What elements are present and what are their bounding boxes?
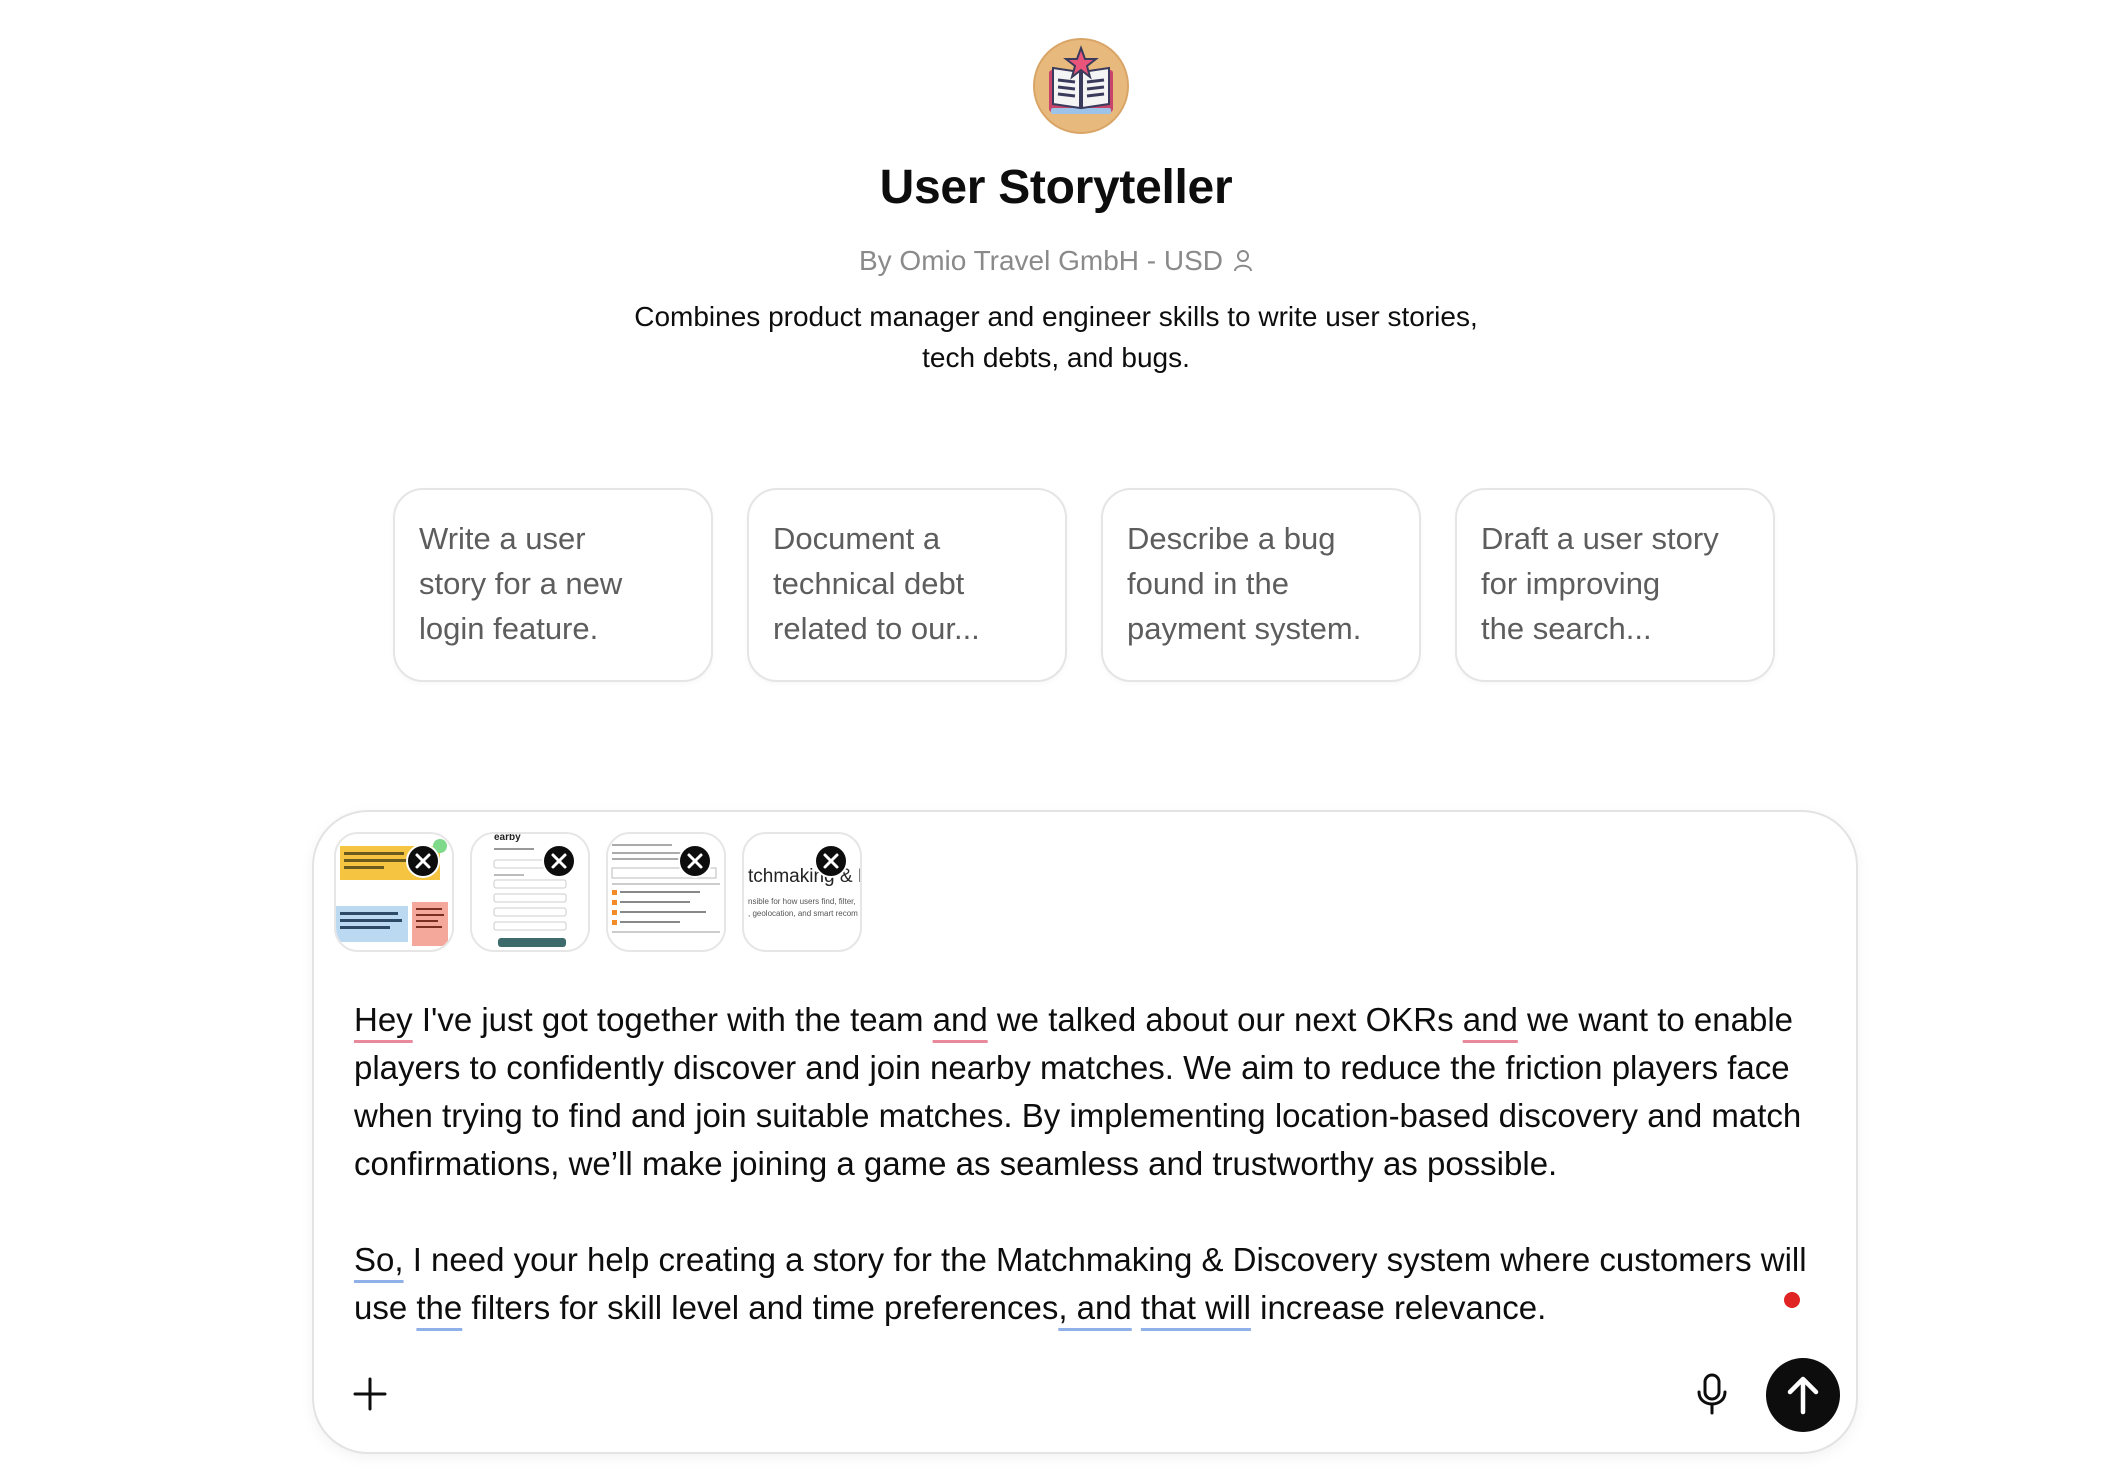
starter-text: Describe a bug <box>1127 521 1336 556</box>
close-icon <box>823 853 839 869</box>
close-icon <box>687 853 703 869</box>
message-input[interactable]: Hey I've just got together with the team… <box>354 996 1834 1332</box>
person-icon <box>1233 249 1253 273</box>
attachment-preview-text: earby <box>494 832 521 843</box>
spelling-flagged-word[interactable]: and <box>933 1001 988 1038</box>
attachment-preview-line: nsible for how users find, filter, <box>748 897 856 906</box>
starter-card-payment-bug[interactable]: Describe a bug found in the payment syst… <box>1101 488 1421 682</box>
remove-attachment-button[interactable] <box>406 844 440 878</box>
message-text: filters for skill level and time prefere… <box>462 1289 1059 1326</box>
remove-attachment-button[interactable] <box>678 844 712 878</box>
grammar-flagged-word[interactable]: , and <box>1058 1289 1131 1326</box>
arrow-up-icon <box>1787 1376 1819 1415</box>
message-paragraph: Hey I've just got together with the team… <box>354 996 1834 1188</box>
close-icon <box>551 853 567 869</box>
gpt-byline[interactable]: By Omio Travel GmbH - USD <box>0 245 2112 277</box>
plus-icon <box>353 1377 387 1411</box>
book-star-icon <box>1033 38 1129 134</box>
gpt-title: User Storyteller <box>879 161 1233 214</box>
grammar-flagged-word[interactable]: the <box>416 1289 462 1326</box>
starter-card-technical-debt[interactable]: Document a technical debt related to our… <box>747 488 1067 682</box>
grammar-flagged-word[interactable]: So, <box>354 1241 404 1278</box>
starter-card-user-story-login[interactable]: Write a user story for a new login featu… <box>393 488 713 682</box>
spelling-flagged-word[interactable]: Hey <box>354 1001 413 1038</box>
description-line: Combines product manager and engineer sk… <box>634 301 1478 332</box>
microphone-icon <box>1697 1373 1727 1415</box>
dictate-button[interactable] <box>1692 1372 1732 1416</box>
attachment-preview-text: nsible for how users find, filter, , geo… <box>748 896 858 920</box>
starter-card-search-story[interactable]: Draft a user story for improving the sea… <box>1455 488 1775 682</box>
attachment-list: earby tchmaking & D nsible for how users… <box>334 832 862 952</box>
byline-text: By Omio Travel GmbH - USD <box>858 245 1224 276</box>
starter-text: Write a user <box>419 521 586 556</box>
attachment-preview-line: , geolocation, and smart recom <box>748 909 858 918</box>
starter-text: Document a <box>773 521 941 556</box>
recording-indicator <box>1784 1292 1800 1308</box>
spelling-flagged-word[interactable]: and <box>1463 1001 1518 1038</box>
starter-text: login feature. <box>419 611 599 646</box>
send-button[interactable] <box>1766 1358 1840 1432</box>
gpt-description: Combines product manager and engineer sk… <box>556 296 1556 378</box>
remove-attachment-button[interactable] <box>542 844 576 878</box>
message-text <box>1132 1289 1141 1326</box>
starter-text: for improving <box>1481 566 1661 601</box>
starter-text: payment system. <box>1127 611 1362 646</box>
add-attachment-button[interactable] <box>350 1374 390 1414</box>
attachment-thumbnail[interactable]: tchmaking & D nsible for how users find,… <box>742 832 862 952</box>
starter-text: Draft a user story <box>1481 521 1719 556</box>
message-text: increase relevance. <box>1250 1289 1547 1326</box>
message-paragraph: So, I need your help creating a story fo… <box>354 1236 1834 1332</box>
remove-attachment-button[interactable] <box>814 844 848 878</box>
message-text: we talked about our next OKRs <box>987 1001 1463 1038</box>
starter-text: the search... <box>1481 611 1652 646</box>
close-icon <box>415 853 431 869</box>
message-composer[interactable]: earby tchmaking & D nsible for how users… <box>312 810 1858 1454</box>
starter-text: related to our... <box>773 611 980 646</box>
attachment-thumbnail[interactable] <box>606 832 726 952</box>
conversation-starters: Write a user story for a new login featu… <box>393 488 1775 682</box>
starter-text: story for a new <box>419 566 623 601</box>
message-text: I've just got together with the team <box>412 1001 933 1038</box>
description-line: tech debts, and bugs. <box>922 342 1190 373</box>
starter-text: found in the <box>1127 566 1290 601</box>
attachment-thumbnail[interactable]: earby <box>470 832 590 952</box>
grammar-flagged-word[interactable]: that will <box>1141 1289 1251 1326</box>
attachment-thumbnail[interactable] <box>334 832 454 952</box>
starter-text: technical debt <box>773 566 965 601</box>
